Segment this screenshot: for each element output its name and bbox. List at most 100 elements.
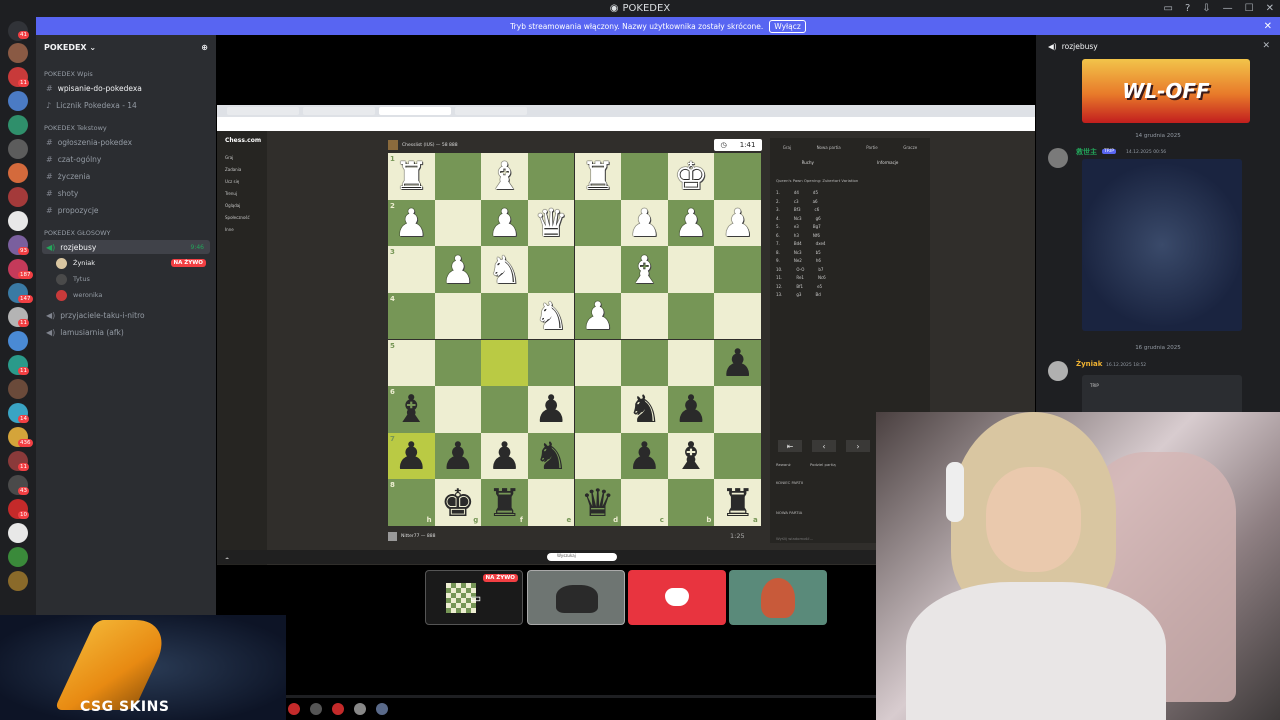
white-piece-P[interactable]: ♟ [435, 246, 482, 293]
voice-user[interactable]: weronika [56, 288, 102, 302]
download-icon[interactable]: ⇩ [1202, 3, 1210, 14]
server-icon[interactable] [8, 331, 28, 351]
board-square[interactable] [574, 339, 622, 387]
board-square[interactable] [621, 153, 668, 200]
server-header[interactable]: POKEDEX ⌄ ⊕ [36, 35, 216, 59]
server-icon[interactable] [8, 115, 28, 135]
board-square[interactable] [434, 339, 482, 387]
message-author[interactable]: 救世主 [1076, 147, 1097, 157]
channel-licznik[interactable]: ♪ Licznik Pokedexa - 14 [42, 98, 210, 112]
server-icon[interactable] [8, 547, 28, 567]
black-piece-P[interactable]: ♟ [621, 433, 668, 480]
board-square[interactable] [481, 339, 528, 387]
server-icon[interactable] [8, 571, 28, 591]
inbox-icon[interactable]: ▭ [1163, 3, 1172, 14]
add-member-icon[interactable]: ⊕ [201, 43, 208, 52]
white-piece-K[interactable]: ♚ [668, 153, 715, 200]
black-piece-N[interactable]: ♞ [528, 433, 575, 480]
board-square[interactable] [667, 292, 715, 340]
black-piece-P[interactable]: ♟ [714, 340, 761, 387]
board-square[interactable] [714, 292, 761, 340]
white-piece-Q[interactable]: ♛ [528, 200, 575, 247]
board-square[interactable] [527, 153, 575, 200]
board-square[interactable] [714, 432, 761, 480]
category-header[interactable]: POKEDEX Tekstowy [44, 124, 107, 132]
white-piece-B[interactable]: ♝ [481, 153, 528, 200]
server-icon[interactable] [8, 163, 28, 183]
board-square[interactable] [621, 339, 668, 387]
server-icon[interactable] [8, 43, 28, 63]
move-cell: dxe4 [815, 241, 826, 246]
close-panel-icon[interactable]: ✕ [1262, 41, 1270, 51]
board-square[interactable] [481, 386, 528, 433]
board-square[interactable] [434, 292, 482, 340]
server-icon[interactable] [8, 379, 28, 399]
board-square[interactable] [714, 386, 761, 433]
black-piece-B[interactable]: ♝ [668, 433, 715, 480]
server-icon[interactable] [8, 91, 28, 111]
image-embed[interactable]: WL-OFF [1082, 59, 1250, 123]
server-icon[interactable] [8, 187, 28, 207]
board-square[interactable] [621, 292, 668, 340]
black-piece-P[interactable]: ♟ [435, 433, 482, 480]
white-piece-P[interactable]: ♟ [481, 200, 528, 247]
board-square[interactable] [434, 153, 482, 200]
black-piece-P[interactable]: ♟ [528, 386, 575, 433]
maximize-button[interactable]: ☐ [1245, 3, 1254, 14]
server-icon[interactable] [8, 211, 28, 231]
server-icon[interactable] [8, 139, 28, 159]
board-square[interactable] [667, 339, 715, 387]
minimize-button[interactable]: — [1223, 3, 1233, 14]
board-square[interactable] [574, 246, 622, 293]
channel-propozycje[interactable]: # propozycje [42, 203, 210, 217]
participant-tile-discord[interactable] [628, 570, 726, 625]
participant-tile-stream[interactable]: NA ŻYWO ▭ [425, 570, 523, 625]
board-square[interactable] [481, 292, 528, 340]
channel-zyczenia[interactable]: # życzenia [42, 169, 210, 183]
board-square[interactable] [714, 153, 761, 200]
close-button[interactable]: ✕ [1266, 3, 1274, 14]
black-piece-P[interactable]: ♟ [668, 386, 715, 433]
channel-czat[interactable]: # czat-ogólny [42, 152, 210, 166]
white-piece-B[interactable]: ♝ [621, 246, 668, 293]
clock-icon: ◷ [720, 141, 727, 149]
banner-close-icon[interactable]: ✕ [1264, 21, 1272, 32]
embed-preview[interactable]: TRIP [1082, 375, 1242, 415]
participant-tile-avatar[interactable] [729, 570, 827, 625]
board-square[interactable] [574, 199, 622, 247]
disable-streamer-mode-button[interactable]: Wyłącz [769, 19, 806, 33]
image-attachment[interactable] [1082, 159, 1242, 331]
server-icon[interactable] [8, 523, 28, 543]
white-piece-N[interactable]: ♞ [481, 246, 528, 293]
help-icon[interactable]: ? [1185, 3, 1190, 14]
white-piece-N[interactable]: ♞ [528, 293, 575, 340]
voice-channel-rozjebusy[interactable]: ◀) rozjebusy 9:46 [42, 240, 210, 254]
white-piece-P[interactable]: ♟ [575, 293, 622, 340]
participant-tile-car[interactable] [527, 570, 625, 625]
channel-wpisanie[interactable]: # wpisanie-do-pokedexa [42, 81, 210, 95]
chess-board[interactable]: ♜ ♝ ♜ ♚ 1 ♟ ♟ ♛ ♟ ♟ ♟ 2 ♟ ♞ ♝ 3 ♞ ♟ 4 ♟ 5 ♝ ♟ ♞ ♟ 6 ♟ ♟ ♟ ♞ ♟ ♝ 7 ♚ ♜ ♛ ♜ 8 h g… [388, 153, 761, 526]
white-piece-P[interactable]: ♟ [714, 200, 761, 247]
board-square[interactable] [527, 339, 575, 387]
channel-shoty[interactable]: # shoty [42, 186, 210, 200]
board-square[interactable] [434, 199, 482, 247]
channel-przyjaciele[interactable]: ◀) przyjaciele-taku-i-nitro [42, 308, 210, 322]
voice-user[interactable]: Tytus [56, 272, 90, 286]
voice-user[interactable]: Żyniak NA ŻYWO [56, 256, 206, 270]
board-square[interactable] [714, 246, 761, 293]
message-author[interactable]: Żyniak [1076, 360, 1102, 368]
board-square[interactable] [434, 386, 482, 433]
board-square[interactable] [574, 386, 622, 433]
channel-ogloszenia[interactable]: # ogłoszenia-pokedex [42, 135, 210, 149]
board-square[interactable] [527, 246, 575, 293]
black-piece-P[interactable]: ♟ [481, 433, 528, 480]
black-piece-N[interactable]: ♞ [621, 386, 668, 433]
white-piece-P[interactable]: ♟ [621, 200, 668, 247]
category-header[interactable]: POKEDEX GŁOSOWY [44, 229, 110, 237]
channel-lamusiarnia[interactable]: ◀) lamusiarnia (afk) [42, 325, 210, 339]
white-piece-R[interactable]: ♜ [575, 153, 622, 200]
category-header[interactable]: POKEDEX Wpis [44, 70, 93, 78]
white-piece-P[interactable]: ♟ [668, 200, 715, 247]
board-square[interactable] [667, 246, 715, 293]
board-square[interactable] [574, 432, 622, 480]
